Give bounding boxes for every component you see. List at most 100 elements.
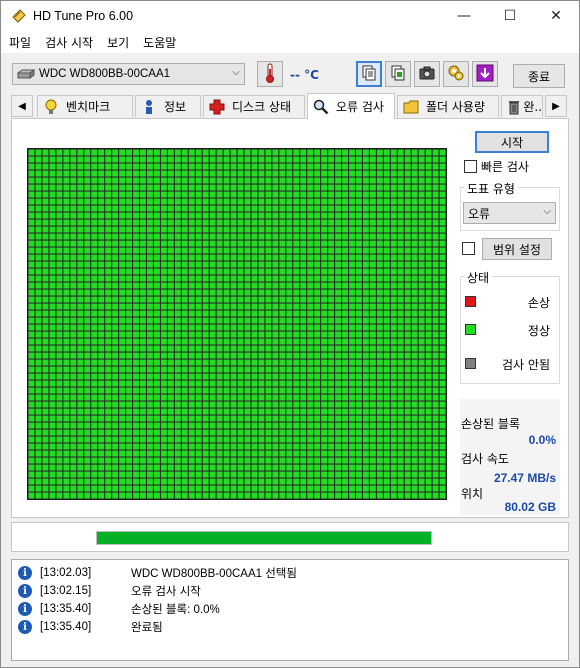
block-cell	[265, 226, 272, 233]
block-cell	[112, 471, 119, 478]
block-cell	[105, 352, 112, 359]
block-cell	[272, 359, 279, 366]
block-cell	[376, 324, 383, 331]
save-button[interactable]	[472, 61, 498, 87]
block-cell	[195, 184, 202, 191]
copy-screenshot-button[interactable]	[385, 61, 411, 87]
block-cell	[84, 212, 91, 219]
block-cell	[28, 359, 35, 366]
block-cell	[439, 331, 446, 338]
start-button[interactable]: 시작	[475, 131, 549, 153]
block-cell	[272, 317, 279, 324]
tab-disk-health[interactable]: 디스크 상태	[203, 95, 305, 117]
map-type-select[interactable]: 오류 ⌵	[463, 202, 556, 224]
scan-progress-bar	[96, 531, 432, 545]
block-cell	[112, 331, 119, 338]
close-button[interactable]: ✕	[533, 1, 579, 31]
tab-scroll-right-button[interactable]: ▶	[545, 95, 567, 117]
range-button[interactable]: 범위 설정	[482, 238, 552, 260]
menu-help[interactable]: 도움말	[135, 34, 182, 51]
minimize-button[interactable]: —	[441, 1, 487, 31]
tab-benchmark[interactable]: 벤치마크	[37, 95, 133, 117]
block-cell	[160, 163, 167, 170]
block-cell	[279, 457, 286, 464]
legend-label: 검사 안됨	[502, 358, 550, 372]
maximize-button[interactable]: ☐	[487, 1, 533, 31]
block-cell	[167, 345, 174, 352]
block-cell	[140, 338, 146, 345]
block-cell	[300, 219, 307, 226]
block-cell	[167, 261, 174, 268]
tab-error-scan[interactable]: 오류 검사	[307, 93, 395, 119]
block-cell	[418, 373, 425, 380]
block-cell	[147, 338, 153, 345]
block-cell	[383, 170, 390, 177]
block-cell	[202, 233, 209, 240]
block-cell	[84, 478, 91, 485]
block-cell	[335, 492, 341, 499]
block-cell	[63, 324, 70, 331]
tab-info[interactable]: 정보	[135, 95, 201, 117]
block-cell	[411, 387, 418, 394]
block-cell	[251, 310, 258, 317]
menu-file[interactable]: 파일	[1, 34, 37, 51]
block-cell	[300, 485, 307, 492]
block-cell	[56, 205, 63, 212]
options-button[interactable]	[443, 61, 469, 87]
block-cell	[174, 268, 181, 275]
block-cell	[223, 310, 230, 317]
block-cell	[251, 380, 258, 387]
block-cell	[112, 443, 119, 450]
block-cell	[174, 331, 181, 338]
block-cell	[258, 296, 265, 303]
block-cell	[272, 478, 279, 485]
block-cell	[265, 485, 272, 492]
block-cell	[223, 366, 230, 373]
block-cell	[77, 422, 84, 429]
block-cell	[216, 163, 223, 170]
block-cell	[35, 296, 42, 303]
block-cell	[133, 387, 139, 394]
block-cell	[147, 282, 153, 289]
copy-text-button[interactable]	[356, 61, 382, 87]
block-cell	[272, 296, 279, 303]
tab-label: 폴더 사용량	[426, 100, 486, 114]
drive-select[interactable]: WDC WD800BB-00CAA1 ⌵	[12, 63, 245, 85]
block-cell	[314, 373, 321, 380]
block-cell	[56, 289, 63, 296]
block-cell	[133, 429, 139, 436]
block-cell	[300, 422, 307, 429]
log-entry: i [13:35.40] 완료됨	[18, 618, 163, 636]
temperature-button[interactable]	[257, 61, 283, 87]
block-cell	[105, 247, 112, 254]
block-cell	[195, 408, 202, 415]
tab-scroll-left-button[interactable]: ◀	[11, 95, 33, 117]
block-cell	[119, 429, 126, 436]
block-cell	[42, 303, 49, 310]
block-cell	[425, 177, 432, 184]
exit-button[interactable]: 종료	[513, 64, 565, 88]
block-cell	[251, 247, 258, 254]
block-cell	[188, 289, 195, 296]
block-cell	[439, 296, 446, 303]
block-cell	[126, 429, 132, 436]
block-cell	[376, 156, 383, 163]
quick-scan-option[interactable]: 빠른 검사	[464, 158, 529, 175]
screenshot-button[interactable]	[414, 61, 440, 87]
quick-scan-checkbox[interactable]	[464, 160, 477, 173]
block-cell	[112, 275, 119, 282]
menu-start-scan[interactable]: 검사 시작	[37, 34, 99, 51]
block-cell	[209, 450, 216, 457]
block-cell	[335, 240, 341, 247]
block-cell	[237, 177, 244, 184]
block-cell	[209, 436, 216, 443]
block-cell	[154, 289, 160, 296]
tab-folder-usage[interactable]: 폴더 사용량	[397, 95, 499, 117]
tab-erase[interactable]: 완..	[501, 95, 543, 117]
block-cell	[418, 380, 425, 387]
range-checkbox[interactable]	[462, 242, 475, 255]
menu-view[interactable]: 보기	[99, 34, 135, 51]
block-cell	[307, 324, 314, 331]
block-cell	[160, 436, 167, 443]
block-cell	[307, 240, 314, 247]
